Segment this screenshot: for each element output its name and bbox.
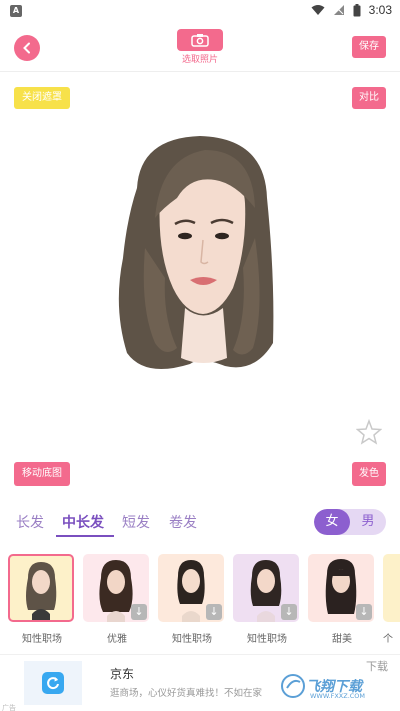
hairstyle-label: 知性职场: [22, 634, 62, 645]
hairstyle-item[interactable]: 知性职场: [8, 554, 76, 645]
download-icon[interactable]: ↓: [356, 604, 372, 620]
tab-medium-long-hair[interactable]: 中长发: [62, 512, 104, 532]
gender-toggle[interactable]: 女 男: [314, 509, 386, 535]
hairstyle-item[interactable]: ↓ 优雅: [83, 554, 151, 645]
hairstyle-item[interactable]: 个: [383, 554, 400, 645]
watermark-url: WWW.FXXZ.COM: [310, 692, 366, 700]
back-button[interactable]: [14, 35, 40, 61]
chevron-left-icon: [23, 42, 30, 54]
hairstyle-thumbnail[interactable]: ↓: [233, 554, 299, 622]
notification-app-icon: A: [10, 5, 22, 17]
hairstyle-thumbnail[interactable]: ↓: [158, 554, 224, 622]
pick-photo-button[interactable]: [177, 29, 223, 51]
gender-male-option[interactable]: 男: [350, 509, 386, 535]
download-icon[interactable]: ↓: [131, 604, 147, 620]
signal-icon: [333, 5, 344, 15]
compare-button[interactable]: 对比: [352, 87, 386, 109]
tab-long-hair[interactable]: 长发: [16, 512, 44, 532]
hairstyle-item[interactable]: ↓ 甜美: [308, 554, 376, 645]
hairstyle-item[interactable]: ↓ 知性职场: [233, 554, 301, 645]
download-icon[interactable]: ↓: [281, 604, 297, 620]
tab-short-hair[interactable]: 短发: [122, 512, 150, 532]
hairstyle-preview-image[interactable]: [105, 128, 285, 378]
hairstyle-item[interactable]: ↓ 知性职场: [158, 554, 226, 645]
refresh-icon: [42, 672, 64, 694]
hairstyle-label: 甜美: [332, 634, 352, 645]
status-bar: A 3:03: [0, 0, 400, 24]
toggle-mask-button[interactable]: 关闭遮罩: [14, 87, 70, 109]
star-icon[interactable]: [356, 419, 382, 445]
status-icons: 3:03: [311, 3, 392, 17]
hairstyle-thumbnail[interactable]: [8, 554, 74, 622]
gender-female-option[interactable]: 女: [314, 509, 350, 535]
hairstyle-thumbnail[interactable]: ↓: [308, 554, 374, 622]
battery-icon: [353, 3, 361, 16]
hairstyle-thumbnail[interactable]: ↓: [83, 554, 149, 622]
preview-canvas[interactable]: 关闭遮罩 对比 移动底图 发色: [0, 73, 400, 498]
wifi-icon: [311, 5, 325, 15]
hairstyle-label: 知性职场: [172, 634, 212, 645]
ad-badge: 广告: [2, 704, 16, 711]
site-watermark: 飞翔下载 WWW.FXXZ.COM: [280, 669, 390, 703]
hairstyle-thumbnail[interactable]: [383, 554, 400, 622]
move-background-button[interactable]: 移动底图: [14, 462, 70, 486]
pick-photo-label[interactable]: 选取照片: [160, 52, 240, 65]
hairstyle-label: 知性职场: [247, 634, 287, 645]
watermark-logo-icon: [281, 674, 305, 698]
hairstyle-label: 优雅: [107, 634, 127, 645]
active-tab-indicator: [56, 535, 114, 537]
top-toolbar: 选取照片 保存: [0, 24, 400, 72]
download-icon[interactable]: ↓: [206, 604, 222, 620]
ad-logo-box[interactable]: [24, 661, 82, 705]
hairstyle-model-image: [26, 562, 57, 620]
hair-color-button[interactable]: 发色: [352, 462, 386, 486]
hairstyle-list[interactable]: 知性职场 ↓ 优雅 ↓ 知性职场 ↓ 知性职场 ↓ 甜美 个: [0, 548, 400, 648]
hairstyle-label: 个: [383, 634, 393, 645]
camera-icon: [191, 34, 209, 47]
hair-length-tabs: 长发 中长发 短发 卷发 女 男: [0, 500, 400, 544]
tab-curly-hair[interactable]: 卷发: [169, 512, 197, 532]
save-button[interactable]: 保存: [352, 36, 386, 58]
status-time: 3:03: [368, 3, 392, 17]
ad-title[interactable]: 京东: [110, 665, 134, 682]
ad-banner[interactable]: 广告 京东 逛商场，心仪好货真难找！不如在家 下载 飞翔下载 WWW.FXXZ.…: [0, 654, 400, 711]
